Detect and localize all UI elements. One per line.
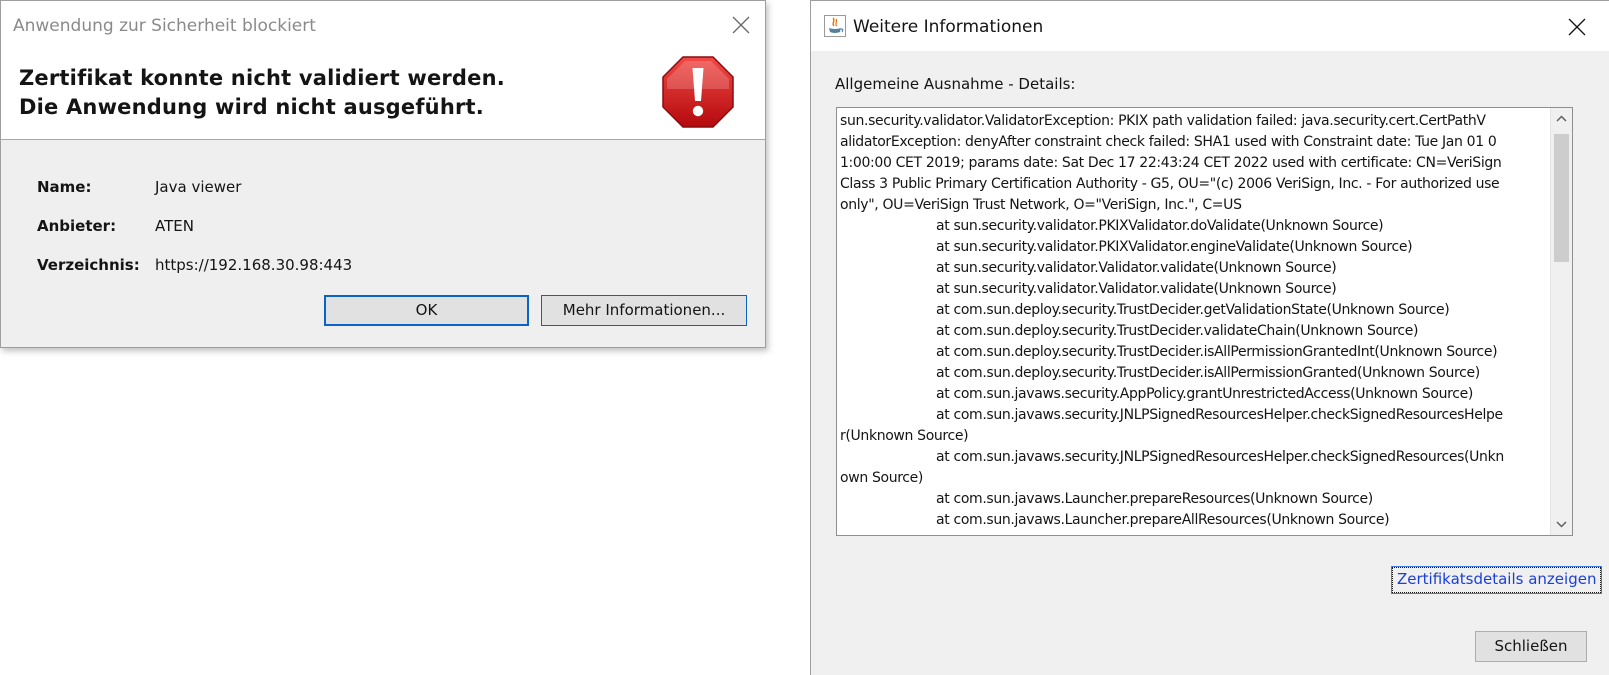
certificate-details-link[interactable]: Zertifikatsdetails anzeigen (1390, 566, 1603, 594)
stacktrace-line: at com.sun.deploy.security.TrustDecider.… (936, 323, 1419, 339)
vendor-label: Anbieter: (37, 217, 117, 235)
stacktrace-line: at sun.security.validator.PKIXValidator.… (936, 239, 1413, 255)
close-icon[interactable] (731, 15, 751, 35)
vertical-scrollbar[interactable] (1550, 108, 1572, 535)
stacktrace-text: sun.security.validator.ValidatorExceptio… (840, 111, 1548, 535)
stacktrace-line: at com.sun.deploy.security.TrustDecider.… (936, 344, 1498, 360)
stacktrace-line: at com.sun.javaws.security.JNLPSignedRes… (936, 449, 1504, 465)
stop-warning-icon (662, 56, 734, 128)
dialog-title: Weitere Informationen (853, 17, 1044, 37)
stacktrace-line: at com.sun.deploy.security.TrustDecider.… (936, 302, 1450, 318)
details-section-label: Allgemeine Ausnahme - Details: (835, 75, 1076, 93)
dialog-titlebar[interactable]: Anwendung zur Sicherheit blockiert (1, 1, 765, 53)
scroll-up-arrow-icon[interactable] (1551, 108, 1572, 130)
stacktrace-line: at sun.security.validator.PKIXValidator.… (936, 218, 1384, 234)
message-panel: Zertifikat konnte nicht validiert werden… (1, 53, 765, 140)
more-info-button[interactable]: Mehr Informationen... (541, 295, 747, 326)
error-heading-line2: Die Anwendung wird nicht ausgeführt. (19, 95, 484, 119)
directory-value: https://192.168.30.98:443 (155, 256, 353, 274)
scroll-thumb[interactable] (1554, 134, 1569, 262)
dialog-titlebar[interactable]: Weitere Informationen (811, 1, 1609, 51)
java-icon (824, 15, 846, 37)
error-heading-line1: Zertifikat konnte nicht validiert werden… (19, 66, 505, 90)
dialog-title: Anwendung zur Sicherheit blockiert (13, 16, 316, 36)
ok-button[interactable]: OK (324, 295, 529, 326)
more-info-dialog: Weitere Informationen Allgemeine Ausnahm… (810, 0, 1609, 675)
close-button[interactable]: Schließen (1475, 631, 1587, 662)
stacktrace-line: only", OU=VeriSign Trust Network, O="Ver… (840, 197, 1242, 213)
stacktrace-line: at com.sun.javaws.Launcher.prepareAllRes… (936, 512, 1390, 528)
screen: Anwendung zur Sicherheit blockiert Zerti… (0, 0, 1609, 675)
stacktrace-line: own Source) (840, 470, 924, 486)
stacktrace-line: at com.sun.deploy.security.TrustDecider.… (936, 365, 1480, 381)
close-icon[interactable] (1567, 17, 1587, 37)
stacktrace-line: at com.sun.javaws.security.JNLPSignedRes… (936, 407, 1503, 423)
name-value: Java viewer (155, 178, 242, 196)
stacktrace-line: at com.sun.javaws.Launcher.prepareResour… (936, 491, 1373, 507)
exception-details-textarea[interactable]: sun.security.validator.ValidatorExceptio… (836, 107, 1573, 536)
stacktrace-line: sun.security.validator.ValidatorExceptio… (840, 113, 1486, 129)
stacktrace-line: at sun.security.validator.Validator.vali… (936, 260, 1337, 276)
stacktrace-line: alidatorException: denyAfter constraint … (840, 134, 1497, 150)
scroll-down-arrow-icon[interactable] (1551, 513, 1572, 535)
blocked-app-dialog: Anwendung zur Sicherheit blockiert Zerti… (0, 0, 766, 348)
directory-label: Verzeichnis: (37, 256, 140, 274)
vendor-value: ATEN (155, 217, 194, 235)
stacktrace-line: Class 3 Public Primary Certification Aut… (840, 176, 1500, 192)
stacktrace-line: 1:00:00 CET 2019; params date: Sat Dec 1… (840, 155, 1502, 171)
stacktrace-line: at com.sun.javaws.security.AppPolicy.gra… (936, 386, 1473, 402)
stacktrace-line: at sun.security.validator.Validator.vali… (936, 281, 1337, 297)
name-label: Name: (37, 178, 92, 196)
stacktrace-line: r(Unknown Source) (840, 428, 969, 444)
